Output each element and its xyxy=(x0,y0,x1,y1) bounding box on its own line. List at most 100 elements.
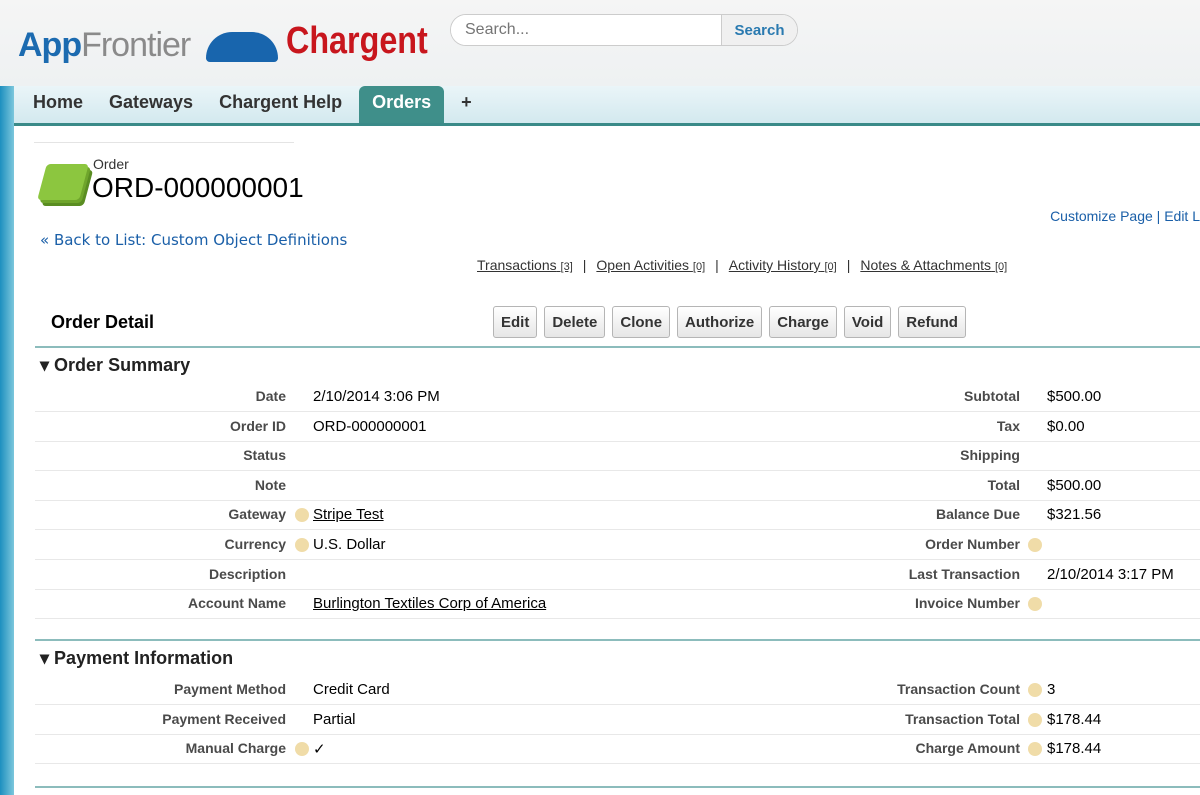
related-link-activity-history[interactable]: Activity History [0] xyxy=(729,257,837,273)
link-label: Activity History xyxy=(728,257,821,273)
field-value: $500.00 xyxy=(1047,388,1102,405)
field-row: Gateway Stripe Test Balance Due $321.56 xyxy=(35,500,1200,531)
divider xyxy=(35,786,1200,788)
refund-button[interactable]: Refund xyxy=(898,306,966,338)
link-label: Transactions xyxy=(477,257,557,273)
field-label: Gateway xyxy=(228,506,286,523)
field-label: Shipping xyxy=(960,447,1020,464)
section-order-summary[interactable]: ▾ Order Summary xyxy=(40,355,190,376)
field-value: U.S. Dollar xyxy=(313,536,386,553)
field-value[interactable]: Burlington Textiles Corp of America xyxy=(313,595,546,612)
field-row: Payment Method Credit Card Transaction Cou… xyxy=(35,675,1200,705)
help-icon[interactable] xyxy=(1028,712,1042,727)
field-label: Transaction Total xyxy=(905,710,1020,727)
field-label: Date xyxy=(255,388,286,404)
help-icon[interactable] xyxy=(1028,597,1042,612)
help-icon[interactable] xyxy=(295,742,309,757)
field-label: Balance Due xyxy=(935,506,1020,523)
field-value: $178.44 xyxy=(1047,740,1102,758)
field-value: $178.44 xyxy=(1047,710,1102,728)
tab-orders[interactable]: Orders xyxy=(359,86,445,123)
link-count: [3] xyxy=(560,261,573,273)
field-row: Date 2/10/2014 3:06 PM Subtotal $500.00 xyxy=(35,382,1200,412)
payment-fields: Payment Method Credit Card Transaction Cou… xyxy=(14,675,1200,765)
appfrontier-chargent-logo[interactable]: AppFrontier Chargent xyxy=(18,8,428,72)
field-row: Payment Received Partial Transaction Total… xyxy=(35,705,1200,735)
help-icon[interactable] xyxy=(1028,742,1042,757)
help-icon[interactable] xyxy=(1028,538,1042,552)
field-row: Order ID ORD-000000001 Tax $0.00 xyxy=(35,412,1200,442)
field-value: Credit Card xyxy=(313,681,390,698)
clone-button[interactable]: Clone xyxy=(612,306,671,338)
field-row: Manual Charge ✓ Charge Amount $178.44 xyxy=(35,734,1200,765)
field-value: $321.56 xyxy=(1047,506,1102,524)
tab-gateways[interactable]: Gateways xyxy=(96,86,206,123)
related-link-open-activities[interactable]: Open Activities [0] xyxy=(596,257,705,273)
logo-frontier: Frontier xyxy=(81,26,191,64)
field-label: Tax xyxy=(996,417,1020,434)
field-label: Currency xyxy=(224,536,286,552)
field-value: 2/10/2014 3:17 PM xyxy=(1047,565,1174,583)
field-value: ✓ xyxy=(313,741,326,759)
header: AppFrontier Chargent Search xyxy=(0,0,1200,86)
help-icon[interactable] xyxy=(295,538,309,552)
tab-chargent-help[interactable]: Chargent Help xyxy=(206,86,355,123)
main-content: Order ORD-000000001 « Back to List: Cust… xyxy=(14,126,1200,795)
object-label: Order xyxy=(93,156,129,172)
link-count: [0] xyxy=(994,261,1008,273)
field-label: Manual Charge xyxy=(185,740,286,757)
field-label: Account Name xyxy=(187,595,286,612)
button-bar: Edit Delete Clone Authorize Charge Void … xyxy=(493,306,966,338)
field-label: Payment Method xyxy=(173,681,286,697)
field-row: Currency U.S. Dollar Order Number xyxy=(35,530,1200,560)
void-button[interactable]: Void xyxy=(843,306,892,338)
help-icon[interactable] xyxy=(295,508,309,523)
field-label: Status xyxy=(243,447,286,464)
field-label: Payment Received xyxy=(162,710,286,727)
related-link-notes-attachments[interactable]: Notes & Attachments [0] xyxy=(860,257,1007,273)
field-label: Order ID xyxy=(229,417,286,434)
section-title: Payment Information xyxy=(54,648,234,668)
customize-page-link[interactable]: Customize Page | Edit L xyxy=(1050,208,1200,224)
field-value: $500.00 xyxy=(1047,476,1102,494)
logo-app: App xyxy=(18,26,82,64)
back-to-list-link[interactable]: « Back to List: Custom Object Definition… xyxy=(40,231,347,249)
help-icon[interactable] xyxy=(1028,683,1042,697)
field-label: Transaction Count xyxy=(897,681,1020,697)
authorize-button[interactable]: Authorize xyxy=(677,306,763,338)
field-value[interactable]: Stripe Test xyxy=(313,506,384,523)
field-label: Charge Amount xyxy=(915,740,1020,757)
field-label: Description xyxy=(208,565,286,582)
field-label: Subtotal xyxy=(964,388,1020,404)
divider xyxy=(35,639,1200,641)
dome-icon xyxy=(206,32,278,62)
divider xyxy=(35,346,1200,348)
field-label: Note xyxy=(254,476,286,493)
field-value: ORD-000000001 xyxy=(313,417,427,435)
charge-button[interactable]: Charge xyxy=(769,306,837,338)
add-tab-icon[interactable]: + xyxy=(448,86,485,123)
link-count: [0] xyxy=(692,261,706,273)
edit-button[interactable]: Edit xyxy=(493,306,538,338)
search-input[interactable] xyxy=(451,15,721,45)
delete-button[interactable]: Delete xyxy=(544,306,606,338)
detail-title: Order Detail xyxy=(51,312,155,332)
link-label: Notes & Attachments xyxy=(860,257,992,273)
divider xyxy=(34,142,294,143)
link-count: [0] xyxy=(824,261,837,273)
section-title: Order Summary xyxy=(54,355,191,375)
tab-home[interactable]: Home xyxy=(20,86,96,123)
left-border xyxy=(0,86,14,795)
field-row: Status Shipping xyxy=(35,441,1200,472)
related-links: Transactions [3] | Open Activities [0] | A… xyxy=(477,257,1008,273)
field-row: Account Name Burlington Textiles Corp of … xyxy=(35,589,1200,620)
related-link-transactions[interactable]: Transactions [3] xyxy=(477,257,573,273)
field-value: 3 xyxy=(1047,681,1056,698)
field-value: 2/10/2014 3:06 PM xyxy=(313,388,440,405)
field-label: Order Number xyxy=(925,536,1020,552)
field-label: Total xyxy=(987,476,1020,493)
field-label: Last Transaction xyxy=(908,565,1020,582)
search-button[interactable]: Search xyxy=(721,15,797,45)
section-payment-information[interactable]: ▾ Payment Information xyxy=(40,648,233,669)
search-bar: Search xyxy=(450,14,798,46)
